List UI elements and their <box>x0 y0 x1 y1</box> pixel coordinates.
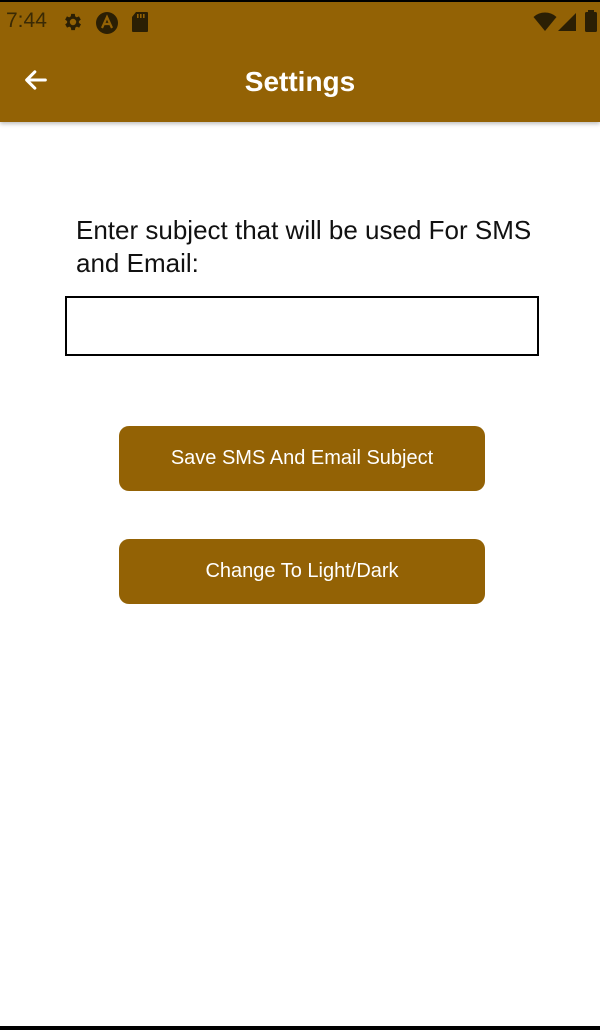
toggle-theme-button[interactable]: Change To Light/Dark <box>119 539 485 604</box>
page-title: Settings <box>244 66 356 97</box>
subject-input[interactable] <box>65 296 539 356</box>
signal-icon <box>557 12 577 37</box>
app-bar: 7:44 Settings <box>0 0 600 122</box>
battery-icon <box>584 10 598 37</box>
arrow-left-icon <box>22 66 50 99</box>
sd-card-icon <box>131 11 149 38</box>
status-time: 7:44 <box>6 9 47 32</box>
save-subject-button-label: Save SMS And Email Subject <box>170 447 434 469</box>
save-subject-button[interactable]: Save SMS And Email Subject <box>119 426 485 491</box>
app-a-icon <box>95 11 119 40</box>
settings-screen: 7:44 Settings Enter subject that will be… <box>0 0 600 1030</box>
wifi-icon <box>533 12 557 37</box>
toolbar: Settings <box>0 42 600 122</box>
gear-icon <box>62 11 84 38</box>
toggle-theme-button-label: Change To Light/Dark <box>205 560 399 582</box>
back-button[interactable] <box>14 60 58 104</box>
status-bar: 7:44 <box>0 2 600 42</box>
subject-prompt-label: Enter subject that will be used For SMS … <box>76 215 532 278</box>
